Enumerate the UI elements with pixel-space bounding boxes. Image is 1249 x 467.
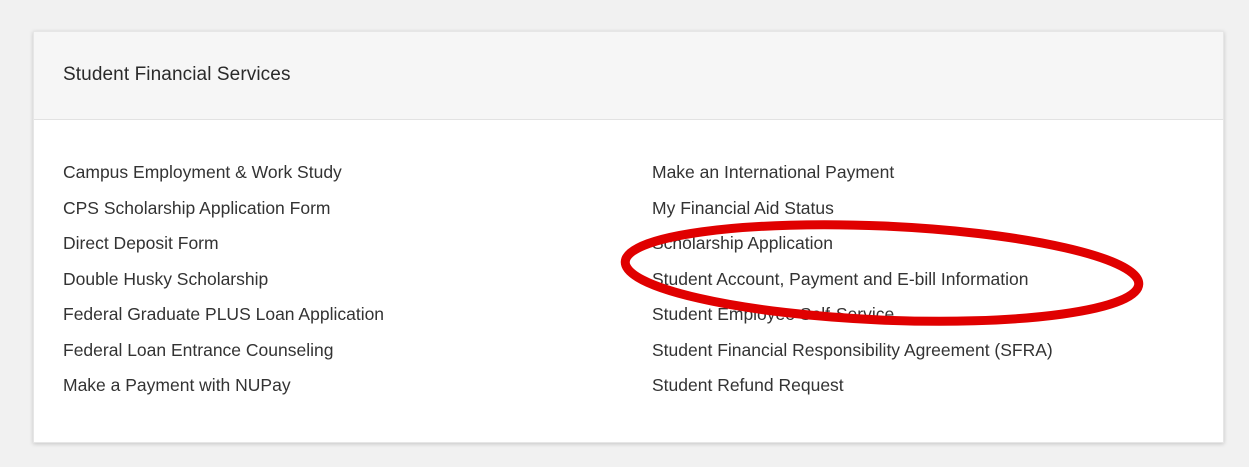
link-student-account-ebill[interactable]: Student Account, Payment and E-bill Info…	[652, 269, 1028, 289]
page: Student Financial Services Campus Employ…	[0, 0, 1249, 467]
link-cps-scholarship-form[interactable]: CPS Scholarship Application Form	[63, 198, 330, 218]
card-title: Student Financial Services	[63, 64, 291, 85]
list-item: Direct Deposit Form	[63, 231, 384, 267]
list-item: My Financial Aid Status	[652, 196, 1053, 232]
link-federal-grad-plus-loan[interactable]: Federal Graduate PLUS Loan Application	[63, 304, 384, 324]
list-item: Federal Loan Entrance Counseling	[63, 338, 384, 374]
list-item: Scholarship Application	[652, 231, 1053, 267]
links-column-right: Make an International Payment My Financi…	[652, 160, 1053, 409]
list-item: Student Account, Payment and E-bill Info…	[652, 267, 1053, 303]
list-item: Student Employee Self-Service	[652, 302, 1053, 338]
card-header: Student Financial Services	[34, 32, 1223, 120]
list-item: Student Financial Responsibility Agreeme…	[652, 338, 1053, 374]
links-column-left: Campus Employment & Work Study CPS Schol…	[63, 160, 384, 409]
link-scholarship-application[interactable]: Scholarship Application	[652, 233, 833, 253]
link-campus-employment[interactable]: Campus Employment & Work Study	[63, 162, 342, 182]
link-student-employee-self-service[interactable]: Student Employee Self-Service	[652, 304, 894, 324]
list-item: Campus Employment & Work Study	[63, 160, 384, 196]
list-item: CPS Scholarship Application Form	[63, 196, 384, 232]
list-item: Make a Payment with NUPay	[63, 373, 384, 409]
link-direct-deposit-form[interactable]: Direct Deposit Form	[63, 233, 219, 253]
list-item: Student Refund Request	[652, 373, 1053, 409]
list-item: Make an International Payment	[652, 160, 1053, 196]
link-international-payment[interactable]: Make an International Payment	[652, 162, 894, 182]
link-federal-loan-entrance-counseling[interactable]: Federal Loan Entrance Counseling	[63, 340, 333, 360]
student-financial-services-card: Student Financial Services Campus Employ…	[33, 31, 1224, 443]
link-financial-aid-status[interactable]: My Financial Aid Status	[652, 198, 834, 218]
link-make-payment-nupay[interactable]: Make a Payment with NUPay	[63, 375, 291, 395]
list-item: Double Husky Scholarship	[63, 267, 384, 303]
link-sfra[interactable]: Student Financial Responsibility Agreeme…	[652, 340, 1053, 360]
link-student-refund-request[interactable]: Student Refund Request	[652, 375, 844, 395]
link-double-husky-scholarship[interactable]: Double Husky Scholarship	[63, 269, 268, 289]
list-item: Federal Graduate PLUS Loan Application	[63, 302, 384, 338]
card-body: Campus Employment & Work Study CPS Schol…	[34, 120, 1223, 442]
